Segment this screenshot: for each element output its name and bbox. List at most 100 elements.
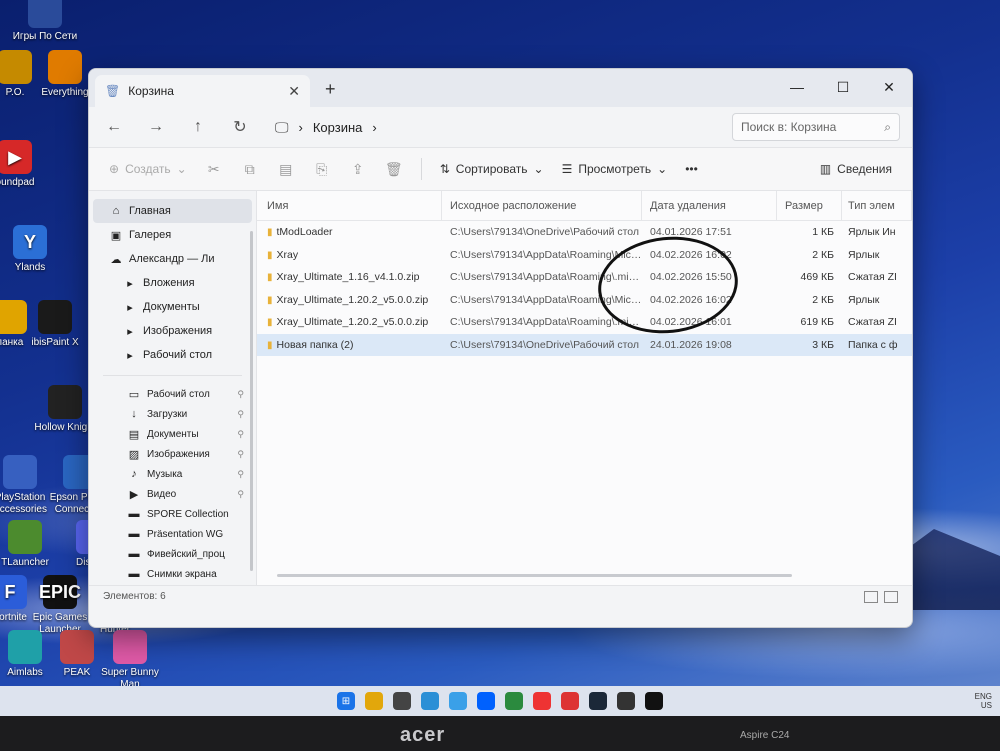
tab-close-icon[interactable]: ✕ bbox=[288, 83, 300, 100]
share-icon[interactable]: ⇪ bbox=[349, 161, 367, 178]
column-original-location[interactable]: Исходное расположение bbox=[442, 190, 642, 221]
rename-icon[interactable]: ⎘ bbox=[313, 161, 331, 178]
details-view-icon[interactable] bbox=[864, 590, 878, 603]
sidebar-item[interactable]: ▸ Изображения bbox=[93, 319, 252, 343]
file-explorer-icon[interactable] bbox=[365, 692, 383, 710]
file-name: Xray_Ultimate_1.20.2_v5.0.0.zip bbox=[276, 316, 429, 329]
steam-icon[interactable] bbox=[589, 692, 607, 710]
desktop-icon[interactable]: ▶ oundpad bbox=[0, 140, 50, 189]
desktop-icon[interactable]: ibisPaint X bbox=[20, 300, 90, 349]
sidebar-item[interactable]: ▬ Präsentation WG bbox=[93, 524, 252, 544]
sidebar-item-label: Фивейский_проц bbox=[147, 548, 225, 560]
system-tray[interactable]: ENG US bbox=[975, 692, 992, 710]
copy-icon[interactable]: ⧉ bbox=[241, 161, 259, 178]
up-button[interactable]: ↑ bbox=[185, 118, 211, 136]
app-icon[interactable] bbox=[505, 692, 523, 710]
app-icon[interactable] bbox=[617, 692, 635, 710]
cell-orig: C:\Users\79134\OneDrive\Рабочий стол bbox=[450, 226, 640, 239]
folder-icon: ▸ bbox=[127, 325, 133, 338]
sidebar-item[interactable]: ▸ Вложения bbox=[93, 271, 252, 295]
desktop-icon[interactable]: Super Bunny Man bbox=[95, 630, 165, 691]
column-type[interactable]: Тип элем bbox=[842, 190, 912, 221]
folder-icon: ▬ bbox=[128, 568, 140, 580]
cell-size: 2 КБ bbox=[812, 248, 834, 261]
details-button[interactable]: ▥ Сведения bbox=[820, 162, 892, 176]
forward-button[interactable]: → bbox=[143, 118, 169, 136]
table-row[interactable]: ▮ Новая папка (2) C:\Users\79134\OneDrive\… bbox=[257, 333, 912, 356]
view-button[interactable]: ☰ Просмотреть ⌄ bbox=[562, 162, 668, 176]
delete-icon[interactable]: 🗑 bbox=[385, 161, 403, 178]
toolbar-divider bbox=[420, 158, 422, 180]
more-options-button[interactable]: ••• bbox=[685, 162, 698, 176]
terminal-icon[interactable] bbox=[645, 692, 663, 710]
folder-icon: ▬ bbox=[128, 508, 140, 520]
desktop-icon[interactable]: TLauncher bbox=[0, 520, 60, 569]
tiles-view-icon[interactable] bbox=[884, 590, 898, 603]
app-icon[interactable] bbox=[561, 692, 579, 710]
table-row[interactable]: ▮ Xray_Ultimate_1.20.2_v5.0.0.zip C:\Users… bbox=[257, 289, 912, 312]
cell-name: ▮ Xray_Ultimate_1.16_v4.1.0.zip bbox=[257, 271, 442, 283]
horizontal-scrollbar[interactable] bbox=[277, 574, 792, 577]
close-button[interactable]: ✕ bbox=[866, 69, 912, 105]
sort-button[interactable]: ⇅ Сортировать ⌄ bbox=[440, 162, 544, 176]
sidebar-item[interactable]: ☁ Александр — Ли bbox=[93, 247, 252, 271]
cut-icon[interactable]: ✂ bbox=[205, 161, 223, 178]
sidebar-item[interactable]: ▬ Снимки экрана bbox=[93, 564, 252, 584]
table-row[interactable]: ▮ Xray_Ultimate_1.20.2_v5.0.0.zip C:\Users… bbox=[257, 311, 912, 334]
back-button[interactable]: ← bbox=[101, 118, 127, 136]
maximize-button[interactable]: ☐ bbox=[820, 69, 866, 105]
yandex-icon[interactable] bbox=[533, 692, 551, 710]
paste-icon[interactable]: ▤ bbox=[277, 161, 295, 178]
sidebar-item[interactable]: ▭ Рабочий стол ⚲ bbox=[93, 384, 252, 404]
column-headers: Имя Исходное расположение Дата удаления … bbox=[257, 190, 912, 221]
tab-recycle-bin[interactable]: 🗑 Корзина ✕ bbox=[95, 75, 310, 107]
column-name[interactable]: Имя bbox=[257, 190, 442, 221]
sidebar-item-label: Видео bbox=[147, 488, 177, 500]
start-icon[interactable]: ⊞ bbox=[337, 692, 355, 710]
sidebar-item[interactable]: ▬ Фивейский_проц bbox=[93, 544, 252, 564]
column-date-deleted[interactable]: Дата удаления bbox=[642, 190, 777, 221]
sidebar-item[interactable]: ↓ Загрузки ⚲ bbox=[93, 404, 252, 424]
minimize-button[interactable]: — bbox=[774, 69, 820, 105]
sidebar-scrollbar[interactable] bbox=[250, 231, 253, 571]
file-icon: ▮ bbox=[267, 317, 273, 329]
folder-icon: ▸ bbox=[127, 301, 133, 314]
address-bar[interactable]: 🖵 › Корзина › bbox=[275, 113, 685, 141]
recycle-bin-icon: 🗑 bbox=[105, 84, 121, 98]
sidebar-item-label: Документы bbox=[143, 301, 200, 313]
edge-icon[interactable] bbox=[421, 692, 439, 710]
create-button[interactable]: ⊕ Создать ⌄ bbox=[109, 162, 187, 176]
column-size[interactable]: Размер bbox=[777, 190, 842, 221]
table-row[interactable]: ▮ Xray C:\Users\79134\AppData\Roaming\Micr… bbox=[257, 244, 912, 267]
new-tab-button[interactable]: + bbox=[325, 79, 336, 100]
sidebar-item[interactable]: ▨ Изображения ⚲ bbox=[93, 444, 252, 464]
sidebar-item[interactable]: ♪ Музыка ⚲ bbox=[93, 464, 252, 484]
sidebar-item[interactable]: ▸ Документы bbox=[93, 295, 252, 319]
sidebar-item[interactable]: ▸ Рабочий стол bbox=[93, 343, 252, 367]
app-icon[interactable] bbox=[449, 692, 467, 710]
sidebar-item[interactable]: ▶ Видео ⚲ bbox=[93, 484, 252, 504]
navigation-bar: ← → ↑ ↻ 🖵 › Корзина › Поиск в: Корзина ⌕ bbox=[89, 107, 912, 147]
plus-circle-icon: ⊕ bbox=[109, 162, 120, 176]
chevron-down-icon: ⌄ bbox=[657, 162, 668, 176]
sidebar-item[interactable]: ▤ Документы ⚲ bbox=[93, 424, 252, 444]
desktop-icon[interactable]: Игры По Сети bbox=[10, 0, 80, 43]
cell-type: Ярлык bbox=[848, 248, 880, 261]
sidebar-item[interactable]: ▬ SPORE Collection bbox=[93, 504, 252, 524]
refresh-button[interactable]: ↻ bbox=[227, 117, 253, 137]
table-row[interactable]: ▮ Xray_Ultimate_1.16_v4.1.0.zip C:\Users\7… bbox=[257, 266, 912, 289]
chevron-right-icon[interactable]: › bbox=[372, 120, 376, 135]
table-row[interactable]: ▮ tModLoader C:\Users\79134\OneDrive\Рабоч… bbox=[257, 221, 912, 244]
sidebar-item[interactable]: ▣ Галерея bbox=[93, 223, 252, 247]
desktop-icon[interactable]: Y Ylands bbox=[0, 225, 65, 274]
sidebar-item[interactable]: ⌂ Главная bbox=[93, 199, 252, 223]
search-input[interactable]: Поиск в: Корзина ⌕ bbox=[732, 113, 900, 141]
dropbox-icon[interactable] bbox=[477, 692, 495, 710]
folder-icon: ▬ bbox=[128, 528, 140, 540]
cell-type: Сжатая ZI bbox=[848, 271, 897, 284]
breadcrumb[interactable]: Корзина bbox=[313, 120, 363, 135]
desktop-icon-label: TLauncher bbox=[1, 557, 49, 568]
cell-type: Ярлык bbox=[848, 293, 880, 306]
file-name: Xray bbox=[276, 248, 299, 261]
app-icon[interactable] bbox=[393, 692, 411, 710]
